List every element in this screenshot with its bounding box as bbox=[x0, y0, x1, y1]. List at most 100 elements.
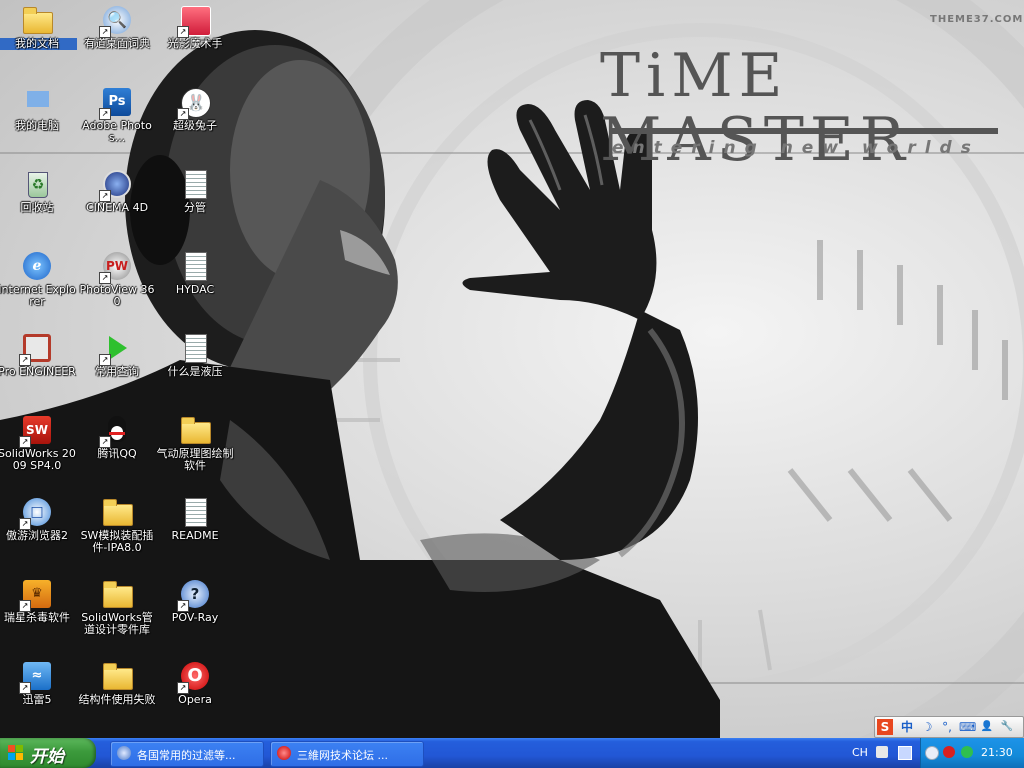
desktop-icon-pro-engineer[interactable]: ↗ Pro ENGINEER bbox=[0, 328, 77, 408]
desktop-icon-sw-pipe-library-folder[interactable]: SolidWorks管道设计零件库 bbox=[77, 574, 157, 654]
my-computer-icon bbox=[21, 86, 53, 118]
help-icon[interactable] bbox=[898, 746, 912, 760]
icon-label: 回收站 bbox=[20, 201, 54, 214]
chinese-mode-icon[interactable]: 中 bbox=[899, 719, 915, 735]
shortcut-arrow-icon: ↗ bbox=[99, 108, 111, 120]
icon-label: 我的文档 bbox=[0, 38, 77, 50]
clock[interactable]: 21:30 bbox=[981, 746, 1013, 759]
desktop[interactable]: THEME37.COM TiME MASTER entering new wor… bbox=[0, 0, 1024, 738]
shortcut-arrow-icon: ↗ bbox=[177, 600, 189, 612]
ime-status-icon[interactable] bbox=[876, 746, 888, 758]
settings-wrench-icon[interactable]: 🔧 bbox=[999, 719, 1015, 735]
icon-label: 瑞星杀毒软件 bbox=[4, 611, 70, 624]
desktop-icon-readme[interactable]: README bbox=[155, 492, 235, 572]
opera-window-icon bbox=[277, 746, 291, 760]
desktop-icon-rising-antivirus[interactable]: ♛ ↗ 瑞星杀毒软件 bbox=[0, 574, 77, 654]
qq-penguin-icon: ↗ bbox=[99, 414, 133, 448]
proengineer-icon: ↗ bbox=[19, 332, 53, 366]
shortcut-arrow-icon: ↗ bbox=[177, 26, 189, 38]
icon-label: 我的电脑 bbox=[15, 119, 59, 132]
language-indicator[interactable]: CH bbox=[852, 746, 868, 759]
icon-label: 光影魔术手 bbox=[167, 37, 223, 50]
shortcut-arrow-icon: ↗ bbox=[19, 436, 31, 448]
icon-label: 傲游浏览器2 bbox=[6, 529, 68, 542]
desktop-icon-hydac[interactable]: HYDAC bbox=[155, 246, 235, 326]
desktop-icon-photoview[interactable]: PW ↗ PhotoView 360 bbox=[77, 246, 157, 326]
show-hidden-icons-chevron-icon[interactable] bbox=[925, 746, 939, 760]
desktop-icon-pneumatic-software-folder[interactable]: 气动原理图绘制软件 bbox=[155, 410, 235, 490]
desktop-icon-sw-ipa-folder[interactable]: SW模拟装配插件-IPA8.0 bbox=[77, 492, 157, 572]
icon-label: CINEMA 4D bbox=[85, 201, 149, 214]
taskbar: 开始 各国常用的过滤等... 三維网技术论坛 ... CH 21:30 bbox=[0, 738, 1024, 768]
icon-label: 分管 bbox=[184, 201, 206, 214]
desktop-icon-nikon-photo[interactable]: ↗ 光影魔术手 bbox=[155, 0, 235, 80]
folder-icon bbox=[101, 496, 133, 528]
desktop-icon-structure-folder[interactable]: 结构件使用失败 bbox=[77, 656, 157, 736]
ie-window-icon bbox=[117, 746, 131, 760]
task-label: 各国常用的过滤等... bbox=[137, 749, 236, 762]
ime-language-bar[interactable]: S 中 ☽ °, ⌨ 👤 🔧 bbox=[874, 716, 1024, 738]
keyboard-icon[interactable]: ⌨ bbox=[959, 719, 976, 735]
desktop-icon-recycle-bin[interactable]: ♻ 回收站 bbox=[0, 164, 77, 244]
text-document-icon bbox=[179, 168, 211, 200]
icon-label: SolidWorks管道设计零件库 bbox=[81, 611, 153, 636]
shortcut-arrow-icon: ↗ bbox=[99, 436, 111, 448]
desktop-icon-povray[interactable]: ? ↗ POV-Ray bbox=[155, 574, 235, 654]
shortcut-arrow-icon: ↗ bbox=[19, 682, 31, 694]
windows-logo-icon bbox=[8, 745, 24, 761]
desktop-icon-tencent-qq[interactable]: ↗ 腾讯QQ bbox=[77, 410, 157, 490]
icon-label: 结构件使用失败 bbox=[78, 693, 156, 706]
thunder-icon: ≈ ↗ bbox=[19, 660, 53, 694]
recycle-bin-icon: ♻ bbox=[21, 168, 53, 200]
start-button[interactable]: 开始 bbox=[0, 738, 96, 768]
desktop-icon-super-rabbit[interactable]: 🐰 ↗ 超级兔子 bbox=[155, 82, 235, 162]
icon-label: Internet Explorer bbox=[0, 283, 76, 308]
shortcut-arrow-icon: ↗ bbox=[19, 600, 31, 612]
desktop-icon-photoshop[interactable]: Ps ↗ Adobe Photos... bbox=[77, 82, 157, 162]
desktop-icon-what-is-hydraulics[interactable]: 什么是液压 bbox=[155, 328, 235, 408]
sogou-icon[interactable]: S bbox=[877, 719, 893, 735]
photoshop-icon: Ps ↗ bbox=[99, 86, 133, 120]
shortcut-arrow-icon: ↗ bbox=[99, 272, 111, 284]
desktop-icon-fenguan[interactable]: 分管 bbox=[155, 164, 235, 244]
icon-label: Pro ENGINEER bbox=[0, 365, 76, 378]
nikon-photo-icon: ↗ bbox=[177, 4, 211, 38]
antivirus-shield-icon[interactable] bbox=[943, 746, 955, 758]
desktop-icon-opera[interactable]: O ↗ Opera bbox=[155, 656, 235, 736]
desktop-icon-cinema4d[interactable]: ↗ CINEMA 4D bbox=[77, 164, 157, 244]
desktop-icon-my-computer[interactable]: 我的电脑 bbox=[0, 82, 77, 162]
icon-label: 气动原理图绘制软件 bbox=[156, 447, 234, 472]
desktop-icon-solidworks[interactable]: SW ↗ SolidWorks 2009 SP4.0 bbox=[0, 410, 77, 490]
wallpaper-watermark: THEME37.COM bbox=[930, 14, 1024, 25]
start-label: 开始 bbox=[30, 747, 64, 767]
desktop-icon-internet-explorer[interactable]: e Internet Explorer bbox=[0, 246, 77, 326]
icon-label: 什么是液压 bbox=[167, 365, 223, 378]
shortcut-arrow-icon: ↗ bbox=[99, 26, 111, 38]
icon-label: 超级兔子 bbox=[173, 119, 217, 132]
desktop-icon-common-query[interactable]: ↗ 常用查询 bbox=[77, 328, 157, 408]
icon-label: 腾讯QQ bbox=[97, 447, 137, 460]
punctuation-icon[interactable]: °, bbox=[939, 719, 955, 735]
icon-label: README bbox=[171, 529, 219, 542]
desktop-icon-youdao-dictionary[interactable]: 🔍 ↗ 有道桌面词典 bbox=[77, 0, 157, 80]
desktop-icon-thunder[interactable]: ≈ ↗ 迅雷5 bbox=[0, 656, 77, 736]
user-icon[interactable]: 👤 bbox=[979, 719, 995, 735]
icon-label: HYDAC bbox=[175, 283, 215, 296]
task-label: 三維网技术论坛 ... bbox=[297, 749, 388, 762]
desktop-icon-my-documents[interactable]: 我的文档 bbox=[0, 0, 77, 80]
rising-lion-icon: ♛ ↗ bbox=[19, 578, 53, 612]
folder-icon bbox=[101, 578, 133, 610]
icon-label: Opera bbox=[178, 693, 212, 706]
icon-label: SolidWorks 2009 SP4.0 bbox=[0, 447, 76, 472]
desktop-icon-maxthon[interactable]: □ ↗ 傲游浏览器2 bbox=[0, 492, 77, 572]
halfwidth-icon[interactable]: ☽ bbox=[919, 719, 935, 735]
folder-icon bbox=[101, 660, 133, 692]
taskbar-button-filter-page[interactable]: 各国常用的过滤等... bbox=[110, 741, 264, 767]
network-umbrella-icon[interactable] bbox=[961, 746, 973, 758]
my-documents-icon bbox=[21, 4, 53, 36]
photoview-icon: PW ↗ bbox=[99, 250, 133, 284]
youdao-dictionary-icon: 🔍 ↗ bbox=[99, 4, 133, 38]
green-arrow-icon: ↗ bbox=[99, 332, 133, 366]
taskbar-button-3dportal-forum[interactable]: 三維网技术论坛 ... bbox=[270, 741, 424, 767]
shortcut-arrow-icon: ↗ bbox=[19, 518, 31, 530]
